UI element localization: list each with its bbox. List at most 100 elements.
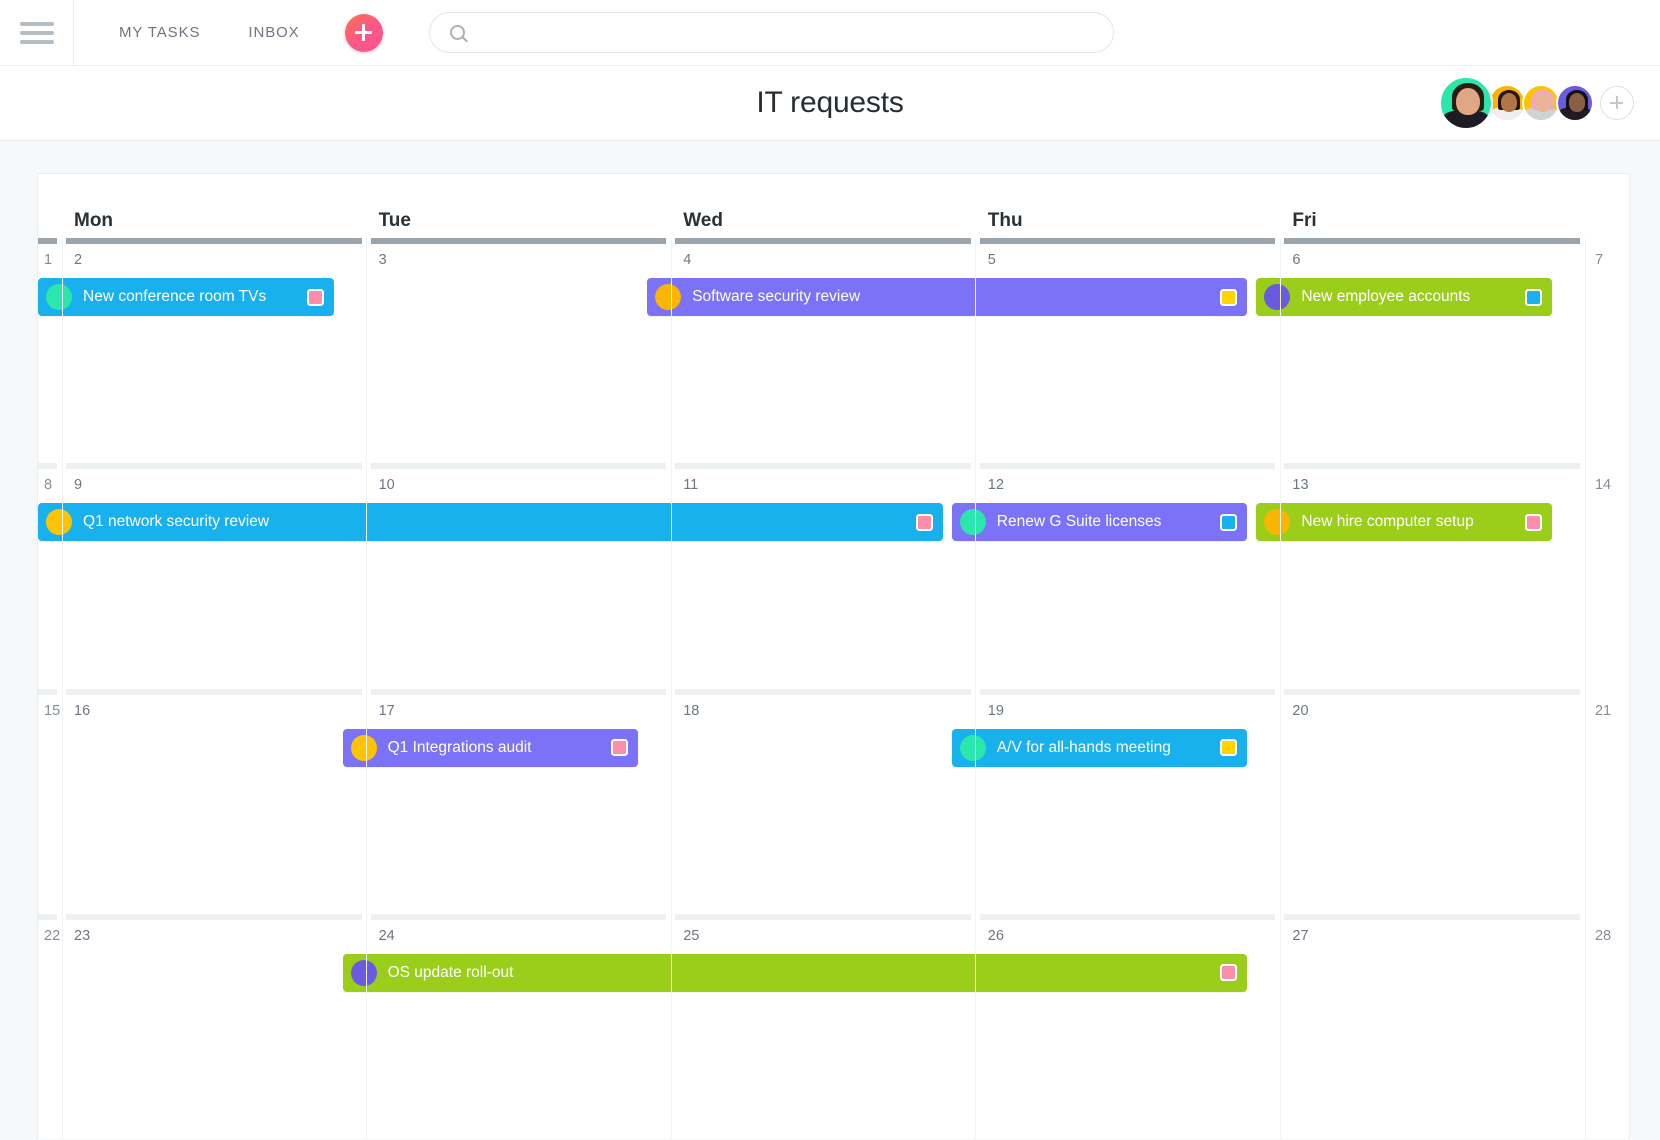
avatar[interactable] [1488,84,1526,122]
task-card[interactable]: New conference room TVs [38,278,334,316]
task-title: Renew G Suite licenses [997,513,1221,531]
task-card[interactable]: New hire computer setup [1256,503,1552,541]
day-number[interactable]: 18 [675,695,971,725]
day-number[interactable]: 28 [1589,920,1629,950]
task-card[interactable]: OS update roll-out [343,954,1248,992]
day-of-week-label: Wed [675,174,971,238]
task-assignee-avatar[interactable] [1264,284,1290,310]
day-number[interactable]: 27 [1284,920,1580,950]
column-divider [975,689,976,914]
day-number[interactable]: 2 [66,244,362,274]
day-number[interactable]: 14 [1589,469,1629,499]
task-card[interactable]: Renew G Suite licenses [952,503,1248,541]
project-header: IT requests [0,66,1660,141]
hamburger-icon [20,22,54,44]
calendar-week-row: 1234567 New conference room TVs Software s… [38,238,1629,463]
task-title: A/V for all-hands meeting [997,739,1221,757]
day-number[interactable]: 26 [980,920,1276,950]
search-icon [450,25,465,40]
column-divider [1280,914,1281,1139]
task-assignee-avatar[interactable] [655,284,681,310]
task-status-badge[interactable] [1220,964,1237,981]
task-title: New hire computer setup [1301,513,1525,531]
task-status-badge[interactable] [1220,289,1237,306]
day-number[interactable]: 23 [66,920,362,950]
task-title: New employee accounts [1301,288,1525,306]
day-number[interactable]: 13 [1284,469,1580,499]
avatar[interactable] [1522,84,1560,122]
column-divider [1280,689,1281,914]
day-number[interactable]: 17 [371,695,667,725]
calendar-week-row: 89 10 11 12 13 14 Q1 network security review Re… [38,463,1629,688]
search-input[interactable] [477,13,1099,52]
day-number[interactable]: 24 [371,920,667,950]
column-divider [975,463,976,688]
task-title: Q1 Integrations audit [388,739,612,757]
day-number[interactable]: 8 [38,469,57,499]
task-assignee-avatar[interactable] [46,509,72,535]
task-status-badge[interactable] [611,739,628,756]
task-assignee-avatar[interactable] [351,960,377,986]
day-number[interactable]: 11 [675,469,971,499]
task-card[interactable]: A/V for all-hands meeting [952,729,1248,767]
column-divider [366,914,367,1139]
day-number[interactable]: 21 [1589,695,1629,725]
column-divider [366,463,367,688]
task-title: Software security review [692,288,1220,306]
column-divider [671,689,672,914]
day-number[interactable]: 19 [980,695,1276,725]
calendar-week-row: 15 16 17 18 19 20 21 Q1 Integrations audit A/V f… [38,689,1629,914]
quick-add-button[interactable] [345,14,383,52]
day-number[interactable]: 20 [1284,695,1580,725]
task-assignee-avatar[interactable] [960,509,986,535]
day-number[interactable]: 22 [38,920,57,950]
day-number[interactable]: 4 [675,244,971,274]
day-of-week-label: Mon [66,174,362,238]
column-divider [62,463,63,688]
task-status-badge[interactable] [1525,514,1542,531]
task-card[interactable]: New employee accounts [1256,278,1552,316]
column-divider [1585,914,1586,1139]
day-number[interactable]: 10 [371,469,667,499]
column-divider [671,238,672,463]
task-status-badge[interactable] [307,289,324,306]
avatar[interactable] [1556,84,1594,122]
nav-inbox[interactable]: INBOX [248,24,299,41]
task-assignee-avatar[interactable] [351,735,377,761]
day-number[interactable]: 7 [1589,244,1629,274]
top-navigation-bar: MY TASKS INBOX [0,0,1660,66]
calendar-week-row: 22 23 24 25 26 27 28 OS update roll-out [38,914,1629,1139]
hamburger-menu-button[interactable] [0,0,74,66]
task-status-badge[interactable] [1220,514,1237,531]
task-card[interactable]: Q1 network security review [38,503,943,541]
task-card[interactable]: Q1 Integrations audit [343,729,639,767]
nav-my-tasks[interactable]: MY TASKS [119,24,200,41]
day-of-week-label: Thu [980,174,1276,238]
column-divider [366,238,367,463]
column-divider [1280,463,1281,688]
day-number[interactable]: 5 [980,244,1276,274]
day-number[interactable]: 25 [675,920,971,950]
day-number[interactable]: 9 [66,469,362,499]
day-number[interactable]: 12 [980,469,1276,499]
page-title: IT requests [756,86,903,120]
task-title: New conference room TVs [83,288,307,306]
day-number[interactable]: 1 [38,244,57,274]
task-assignee-avatar[interactable] [1264,509,1290,535]
day-number[interactable]: 3 [371,244,667,274]
day-number[interactable]: 6 [1284,244,1580,274]
task-assignee-avatar[interactable] [960,735,986,761]
column-divider [62,238,63,463]
day-number[interactable]: 15 [38,695,57,725]
task-status-badge[interactable] [1525,289,1542,306]
search-bar[interactable] [429,12,1114,53]
add-member-button[interactable] [1600,86,1634,120]
day-number[interactable]: 16 [66,695,362,725]
task-status-badge[interactable] [1220,739,1237,756]
task-assignee-avatar[interactable] [46,284,72,310]
project-members [1439,76,1634,130]
avatar[interactable] [1439,76,1493,130]
task-status-badge[interactable] [916,514,933,531]
column-divider [975,914,976,1139]
task-card[interactable]: Software security review [647,278,1247,316]
